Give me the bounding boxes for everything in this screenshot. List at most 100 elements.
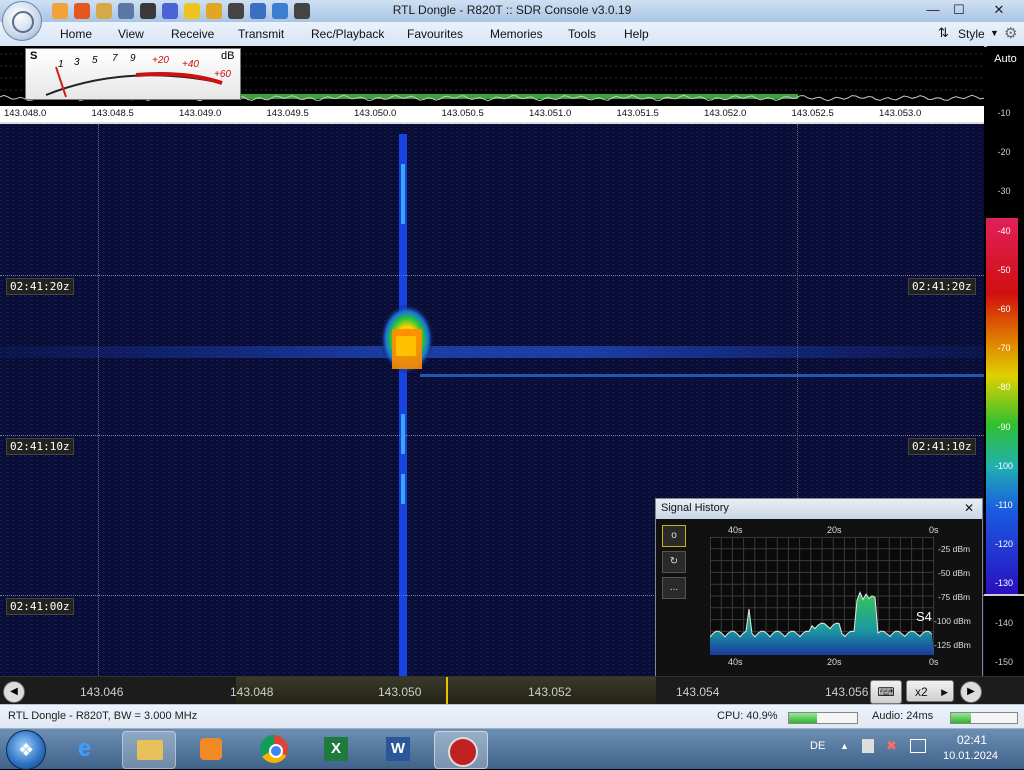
sh-top-axis-label: 0s: [929, 525, 939, 535]
tuning-freq-label: 143.048: [230, 685, 274, 699]
internet-explorer-icon[interactable]: e: [62, 731, 114, 767]
sh-top-axis-label: 20s: [827, 525, 842, 535]
folder-icon[interactable]: [96, 3, 112, 19]
minimize-button[interactable]: —: [920, 1, 946, 19]
spectrum-freq-label: 143.048.0: [4, 108, 47, 119]
help-circle-icon[interactable]: [74, 3, 90, 19]
maximize-button[interactable]: ☐: [946, 1, 972, 19]
signal-history-close-button[interactable]: ✕: [964, 501, 974, 515]
file-explorer-icon[interactable]: [122, 731, 176, 769]
clock-time[interactable]: 02:41: [957, 733, 987, 747]
play-icon[interactable]: [118, 3, 134, 19]
sh-db-axis-label: -25 dBm: [938, 544, 971, 554]
s-meter-scale-plus20: +20: [152, 55, 169, 66]
display-icon[interactable]: [910, 739, 926, 753]
chevron-down-icon[interactable]: ▼: [990, 28, 999, 38]
scroll-right-icon[interactable]: ▶: [960, 681, 982, 703]
db-color-scale[interactable]: -10 -20 -30 -40 -50 -60 -70 -80 -90 -100 -110 -120 -…: [984, 72, 1024, 712]
db-scale-label: -50: [997, 264, 1011, 275]
db-scale-label: -80: [997, 382, 1011, 393]
sh-bottom-axis-label: 0s: [929, 657, 939, 667]
style-arrows-icon[interactable]: ⇅: [938, 25, 949, 41]
zoom-select[interactable]: x2 ▶: [906, 680, 954, 702]
waterfall-gridline: [98, 124, 99, 676]
keyboard-icon[interactable]: ⌨: [870, 680, 902, 704]
spectrum-freq-label: 143.050.5: [441, 108, 484, 119]
signal-history-more-button[interactable]: ...: [662, 577, 686, 599]
spectrum-freq-label: 143.052.0: [704, 108, 747, 119]
chevron-right-icon: ▶: [941, 687, 948, 697]
menu-view[interactable]: View: [118, 27, 144, 41]
signal-history-chart: [710, 537, 934, 655]
menu-home[interactable]: Home: [60, 27, 92, 41]
dropdown-icon[interactable]: [294, 3, 310, 19]
time-mark-right: 02:41:10z: [908, 438, 976, 455]
menu-favourites[interactable]: Favourites: [407, 27, 463, 41]
start-button[interactable]: ❖: [6, 730, 46, 770]
tuning-bar[interactable]: ◀ 143.046 143.048 143.050 143.052 143.05…: [0, 676, 1024, 705]
close-button[interactable]: ✕: [984, 1, 1014, 19]
spectrum-freq-label: 143.051.0: [529, 108, 572, 119]
application-menu-button[interactable]: [2, 1, 42, 41]
spectrum-freq-label: 143.052.5: [791, 108, 834, 119]
db-scale-label: -150: [994, 656, 1013, 667]
status-audio-text: Audio: 24ms: [872, 710, 934, 722]
signal-history-reset-button[interactable]: ↻: [662, 551, 686, 573]
menu-tools[interactable]: Tools: [568, 27, 596, 41]
spectrum-freq-label: 143.050.0: [354, 108, 397, 119]
db-scale-label: -90: [997, 421, 1011, 432]
s-meter-scale-plus60: +60: [214, 69, 231, 80]
db-scale-label: -140: [994, 617, 1013, 628]
tuning-freq-label: 143.054: [676, 685, 720, 699]
menu-rec-playback[interactable]: Rec/Playback: [311, 27, 384, 41]
db-scale-label: -130: [994, 578, 1013, 589]
waterfall-time-line: [0, 275, 984, 276]
audio-buffer-bar: [950, 712, 1018, 724]
media-player-icon[interactable]: [184, 731, 236, 767]
windows-logo-icon: ❖: [18, 740, 35, 760]
db-scale-label: -20: [997, 147, 1011, 158]
s-meter-scale-3: 3: [74, 57, 80, 68]
clock-date[interactable]: 10.01.2024: [943, 750, 998, 762]
language-indicator[interactable]: DE: [810, 740, 825, 752]
network-error-icon[interactable]: ✖: [886, 738, 897, 754]
menu-help[interactable]: Help: [624, 27, 649, 41]
stop-icon[interactable]: [140, 3, 156, 19]
style-menu[interactable]: Style: [958, 27, 985, 41]
sh-bottom-axis-label: 40s: [728, 657, 743, 667]
scroll-left-icon[interactable]: ◀: [3, 681, 25, 703]
sdr-console-icon[interactable]: [434, 731, 488, 769]
menu-receive[interactable]: Receive: [171, 27, 214, 41]
signal-history-title: Signal History: [661, 502, 729, 514]
word-icon[interactable]: W: [372, 731, 424, 767]
menu-transmit[interactable]: Transmit: [238, 27, 284, 41]
spectrum-freq-label: 143.049.0: [179, 108, 222, 119]
db-scale-label: -100: [994, 460, 1013, 471]
tuning-freq-label: 143.046: [80, 685, 124, 699]
gear-icon[interactable]: ⚙: [1004, 24, 1017, 42]
chrome-icon[interactable]: [248, 731, 300, 767]
s-meter-scale-plus40: +40: [182, 59, 199, 70]
excel-icon[interactable]: X: [310, 731, 362, 767]
db-scale-label: -120: [994, 539, 1013, 550]
refresh-icon[interactable]: [272, 3, 288, 19]
signal-history-record-button[interactable]: o: [662, 525, 686, 547]
camera-icon[interactable]: [228, 3, 244, 19]
signal-history-header: Signal History ✕: [656, 499, 982, 519]
add-icon[interactable]: [162, 3, 178, 19]
auto-scale-button[interactable]: Auto: [987, 46, 1024, 72]
db-scale-label: -60: [997, 304, 1011, 314]
signal-history-panel: Signal History ✕ o ↻ ... 40s 20s 0s 40s …: [655, 498, 983, 678]
spectrum-freq-label: 143.053.0: [879, 108, 922, 119]
drop-icon[interactable]: [250, 3, 266, 19]
time-mark-right: 02:41:20z: [908, 278, 976, 295]
lock-icon[interactable]: [206, 3, 222, 19]
time-mark-left: 02:41:10z: [6, 438, 74, 455]
tuning-freq-label: 143.052: [528, 685, 572, 699]
device-icon[interactable]: [862, 739, 874, 753]
menu-memories[interactable]: Memories: [490, 27, 543, 41]
star-icon[interactable]: [184, 3, 200, 19]
show-hidden-icons-icon[interactable]: ▲: [840, 741, 849, 751]
sh-top-axis-label: 40s: [728, 525, 743, 535]
home-icon[interactable]: [52, 3, 68, 19]
